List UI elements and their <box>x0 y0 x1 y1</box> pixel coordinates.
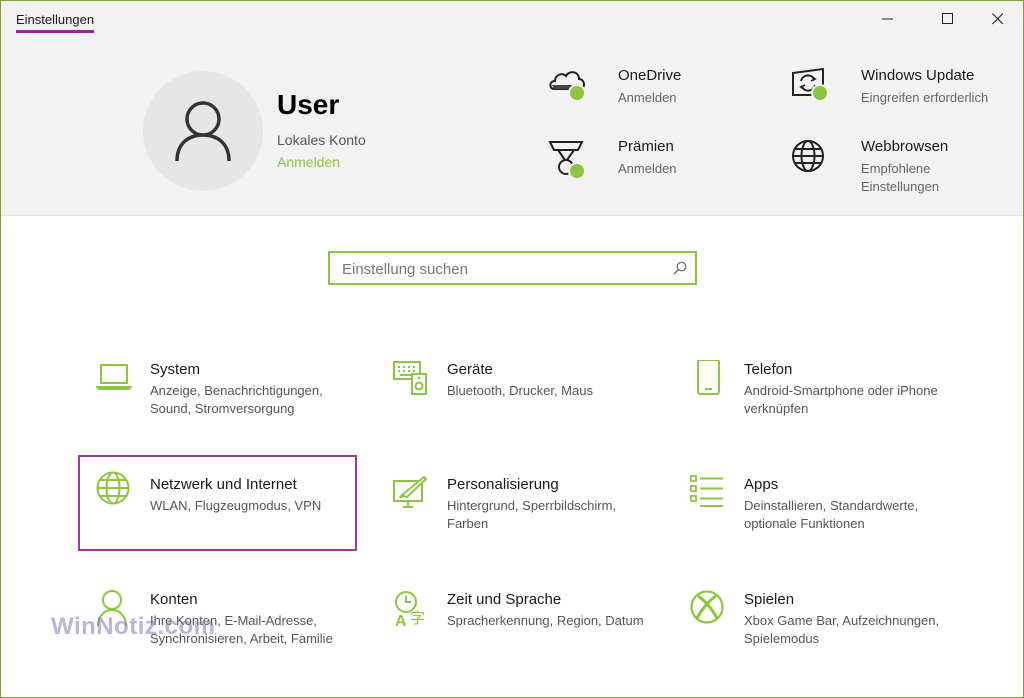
quick-link-subtitle: Anmelden <box>618 90 677 105</box>
watermark: WinNotiz.com <box>51 613 216 640</box>
settings-search <box>328 251 697 285</box>
rewards-icon <box>548 138 592 182</box>
category-subtitle: Hintergrund, Sperrbildschirm, Farben <box>447 498 617 531</box>
category-title: Konten <box>150 591 198 608</box>
person-icon <box>175 101 231 162</box>
sign-in-link[interactable]: Anmelden <box>277 154 340 170</box>
category-subtitle: Anzeige, Benachrichtigungen, Sound, Stro… <box>150 383 323 416</box>
paintbrush-icon <box>393 475 431 513</box>
search-input[interactable] <box>342 259 662 279</box>
xbox-icon <box>690 590 728 628</box>
svg-text:A: A <box>395 613 407 628</box>
category-network-internet[interactable]: Netzwerk und Internet WLAN, Flugzeugmodu… <box>78 455 357 551</box>
category-title: Personalisierung <box>447 476 559 493</box>
category-title: Geräte <box>447 361 493 378</box>
minimize-icon <box>882 18 893 20</box>
app-title: Einstellungen <box>16 12 95 33</box>
quick-link-title: OneDrive <box>618 67 682 84</box>
category-title: Zeit und Sprache <box>447 591 562 608</box>
category-system[interactable]: System Anzeige, Benachrichtigungen, Soun… <box>80 358 355 450</box>
category-time-language[interactable]: A 字 Zeit und Sprache Spracherkennung, Re… <box>377 588 652 680</box>
globe-icon <box>96 470 134 508</box>
windows-update-icon <box>791 67 835 111</box>
onedrive-icon <box>548 67 592 111</box>
settings-window: Einstellungen User Lokales Konto Anmelde… <box>0 0 1024 698</box>
category-subtitle: Xbox Game Bar, Aufzeichnungen, Spielemod… <box>744 613 940 646</box>
laptop-icon <box>94 360 134 398</box>
user-name: User <box>277 89 340 120</box>
close-button[interactable] <box>973 1 1023 37</box>
close-icon <box>992 13 1004 25</box>
maximize-button[interactable] <box>923 1 973 37</box>
quick-link-windows-update[interactable]: Windows Update Eingreifen erforderlich <box>791 67 1011 117</box>
quick-link-title: Webbrowsen <box>861 138 949 155</box>
category-subtitle: Spracherkennung, Region, Datum <box>447 613 644 628</box>
category-apps[interactable]: Apps Deinstallieren, Standardwerte, opti… <box>674 473 949 565</box>
category-title: Apps <box>744 476 779 493</box>
minimize-button[interactable] <box>863 1 913 37</box>
category-gaming[interactable]: Spielen Xbox Game Bar, Aufzeichnungen, S… <box>674 588 949 680</box>
quick-link-title: Windows Update <box>861 67 975 84</box>
category-subtitle: Bluetooth, Drucker, Maus <box>447 383 593 398</box>
avatar[interactable] <box>143 71 263 191</box>
maximize-icon <box>942 13 953 24</box>
phone-icon <box>690 359 728 398</box>
svg-text:字: 字 <box>410 609 425 627</box>
search-icon[interactable] <box>673 261 687 275</box>
category-title: Spielen <box>744 591 795 608</box>
quick-link-subtitle: Anmelden <box>618 161 677 176</box>
globe-icon <box>791 138 835 182</box>
quick-link-subtitle: Empfohlene Einstellungen <box>861 161 940 194</box>
account-type: Lokales Konto <box>277 132 366 148</box>
quick-link-rewards[interactable]: Prämien Anmelden <box>548 138 748 188</box>
quick-link-web-browsing[interactable]: Webbrowsen Empfohlene Einstellungen <box>791 138 1011 198</box>
quick-link-subtitle: Eingreifen erforderlich <box>861 90 989 105</box>
keyboard-speaker-icon <box>393 360 431 398</box>
category-title: System <box>150 361 201 378</box>
category-personalization[interactable]: Personalisierung Hintergrund, Sperrbilds… <box>377 473 652 565</box>
apps-list-icon <box>690 475 728 513</box>
quick-link-onedrive[interactable]: OneDrive Anmelden <box>548 67 748 117</box>
category-phone[interactable]: Telefon Android-Smartphone oder iPhone v… <box>674 358 949 450</box>
category-title: Telefon <box>744 361 793 378</box>
category-title: Netzwerk und Internet <box>150 476 297 493</box>
account-header: User Lokales Konto Anmelden OneDrive Anm… <box>1 41 1023 216</box>
quick-link-title: Prämien <box>618 138 674 155</box>
category-subtitle: WLAN, Flugzeugmodus, VPN <box>150 498 322 513</box>
category-subtitle: Deinstallieren, Standardwerte, optionale… <box>744 498 919 531</box>
category-devices[interactable]: Geräte Bluetooth, Drucker, Maus <box>377 358 652 450</box>
category-subtitle: Android-Smartphone oder iPhone verknüpfe… <box>744 383 938 416</box>
time-language-icon: A 字 <box>393 590 431 630</box>
title-bar: Einstellungen <box>1 1 1023 41</box>
